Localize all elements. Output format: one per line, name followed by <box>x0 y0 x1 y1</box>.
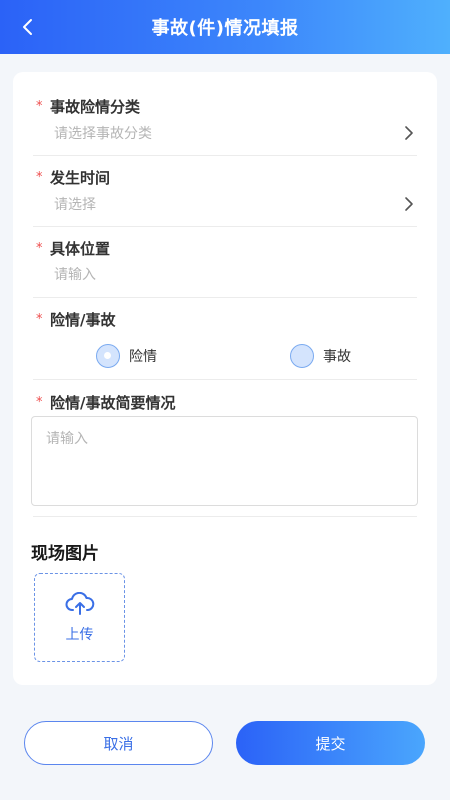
chevron-left-icon <box>23 19 32 35</box>
required-mark: * <box>36 98 43 114</box>
radio-option-accident[interactable]: 事故 <box>290 344 351 368</box>
time-field: * 发生时间 请选择 <box>33 167 417 215</box>
type-radio-group: 险情 事故 <box>13 344 437 372</box>
divider <box>33 226 417 227</box>
back-button[interactable] <box>22 9 62 45</box>
divider <box>33 155 417 156</box>
location-input[interactable] <box>54 267 417 283</box>
chevron-right-icon <box>405 126 413 140</box>
summary-textarea-box <box>31 416 418 506</box>
summary-field: * 险情/事故简要情况 <box>33 392 417 412</box>
radio-label: 险情 <box>129 349 157 365</box>
upload-label: 上传 <box>65 626 94 643</box>
cloud-upload-icon <box>65 591 94 615</box>
type-field: * 险情/事故 <box>33 309 417 329</box>
category-select[interactable]: 请选择事故分类 <box>33 122 417 144</box>
radio-checked-icon <box>96 344 120 368</box>
category-label: 事故险情分类 <box>50 97 141 116</box>
cancel-button[interactable]: 取消 <box>24 721 213 765</box>
time-label: 发生时间 <box>50 168 111 187</box>
app-header: 事故(件)情况填报 <box>0 0 450 54</box>
category-field: * 事故险情分类 请选择事故分类 <box>33 96 417 144</box>
summary-textarea[interactable] <box>46 428 403 494</box>
divider <box>33 297 417 298</box>
form-card: * 事故险情分类 请选择事故分类 * 发生时间 请选择 * 具体位置 请输入 *… <box>13 72 437 685</box>
required-mark: * <box>36 240 43 256</box>
time-select[interactable]: 请选择 <box>33 193 417 215</box>
category-placeholder: 请选择事故分类 <box>54 126 152 142</box>
submit-button[interactable]: 提交 <box>236 721 425 765</box>
page-title: 事故(件)情况填报 <box>151 18 299 39</box>
divider <box>33 516 417 517</box>
required-mark: * <box>36 169 43 185</box>
required-mark: * <box>36 311 43 327</box>
type-label: 险情/事故 <box>50 310 116 329</box>
upload-button[interactable]: 上传 <box>34 573 125 662</box>
required-mark: * <box>36 394 43 410</box>
divider <box>33 379 417 380</box>
radio-option-danger[interactable]: 险情 <box>96 344 157 368</box>
time-placeholder: 请选择 <box>54 197 96 213</box>
radio-label: 事故 <box>323 349 351 365</box>
location-input-row <box>33 264 417 286</box>
location-field: * 具体位置 <box>33 238 417 286</box>
location-label: 具体位置 <box>50 239 111 258</box>
chevron-right-icon <box>405 197 413 211</box>
radio-unchecked-icon <box>290 344 314 368</box>
summary-label: 险情/事故简要情况 <box>50 393 176 412</box>
photos-section-title: 现场图片 <box>31 544 99 564</box>
